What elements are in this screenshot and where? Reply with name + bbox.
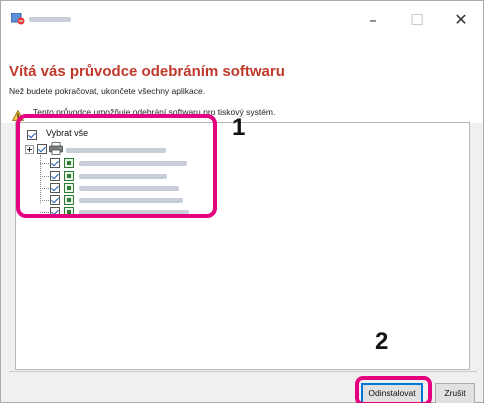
wizard-title: Vítá vás průvodce odebráním softwaru xyxy=(9,63,285,80)
footer-divider xyxy=(9,371,477,372)
callout-number-1: 1 xyxy=(232,114,246,141)
wizard-header: Vítá vás průvodce odebráním softwaru Než… xyxy=(1,39,483,123)
window-title xyxy=(29,17,71,22)
uninstall-app-icon xyxy=(11,13,25,25)
title-bar: – ☐ ✕ xyxy=(1,1,483,39)
uninstall-wizard-window: – ☐ ✕ Vítá vás průvodce odebráním softwa… xyxy=(0,0,484,403)
callout-number-2: 2 xyxy=(375,328,389,355)
maximize-button[interactable]: ☐ xyxy=(395,1,439,39)
highlight-box-2 xyxy=(355,376,432,403)
cancel-button[interactable]: Zrušit xyxy=(435,383,475,403)
highlight-box-1 xyxy=(16,114,217,218)
minimize-button[interactable]: – xyxy=(351,1,395,39)
wizard-subtitle: Než budete pokračovat, ukončete všechny … xyxy=(9,86,206,96)
close-button[interactable]: ✕ xyxy=(439,1,483,39)
